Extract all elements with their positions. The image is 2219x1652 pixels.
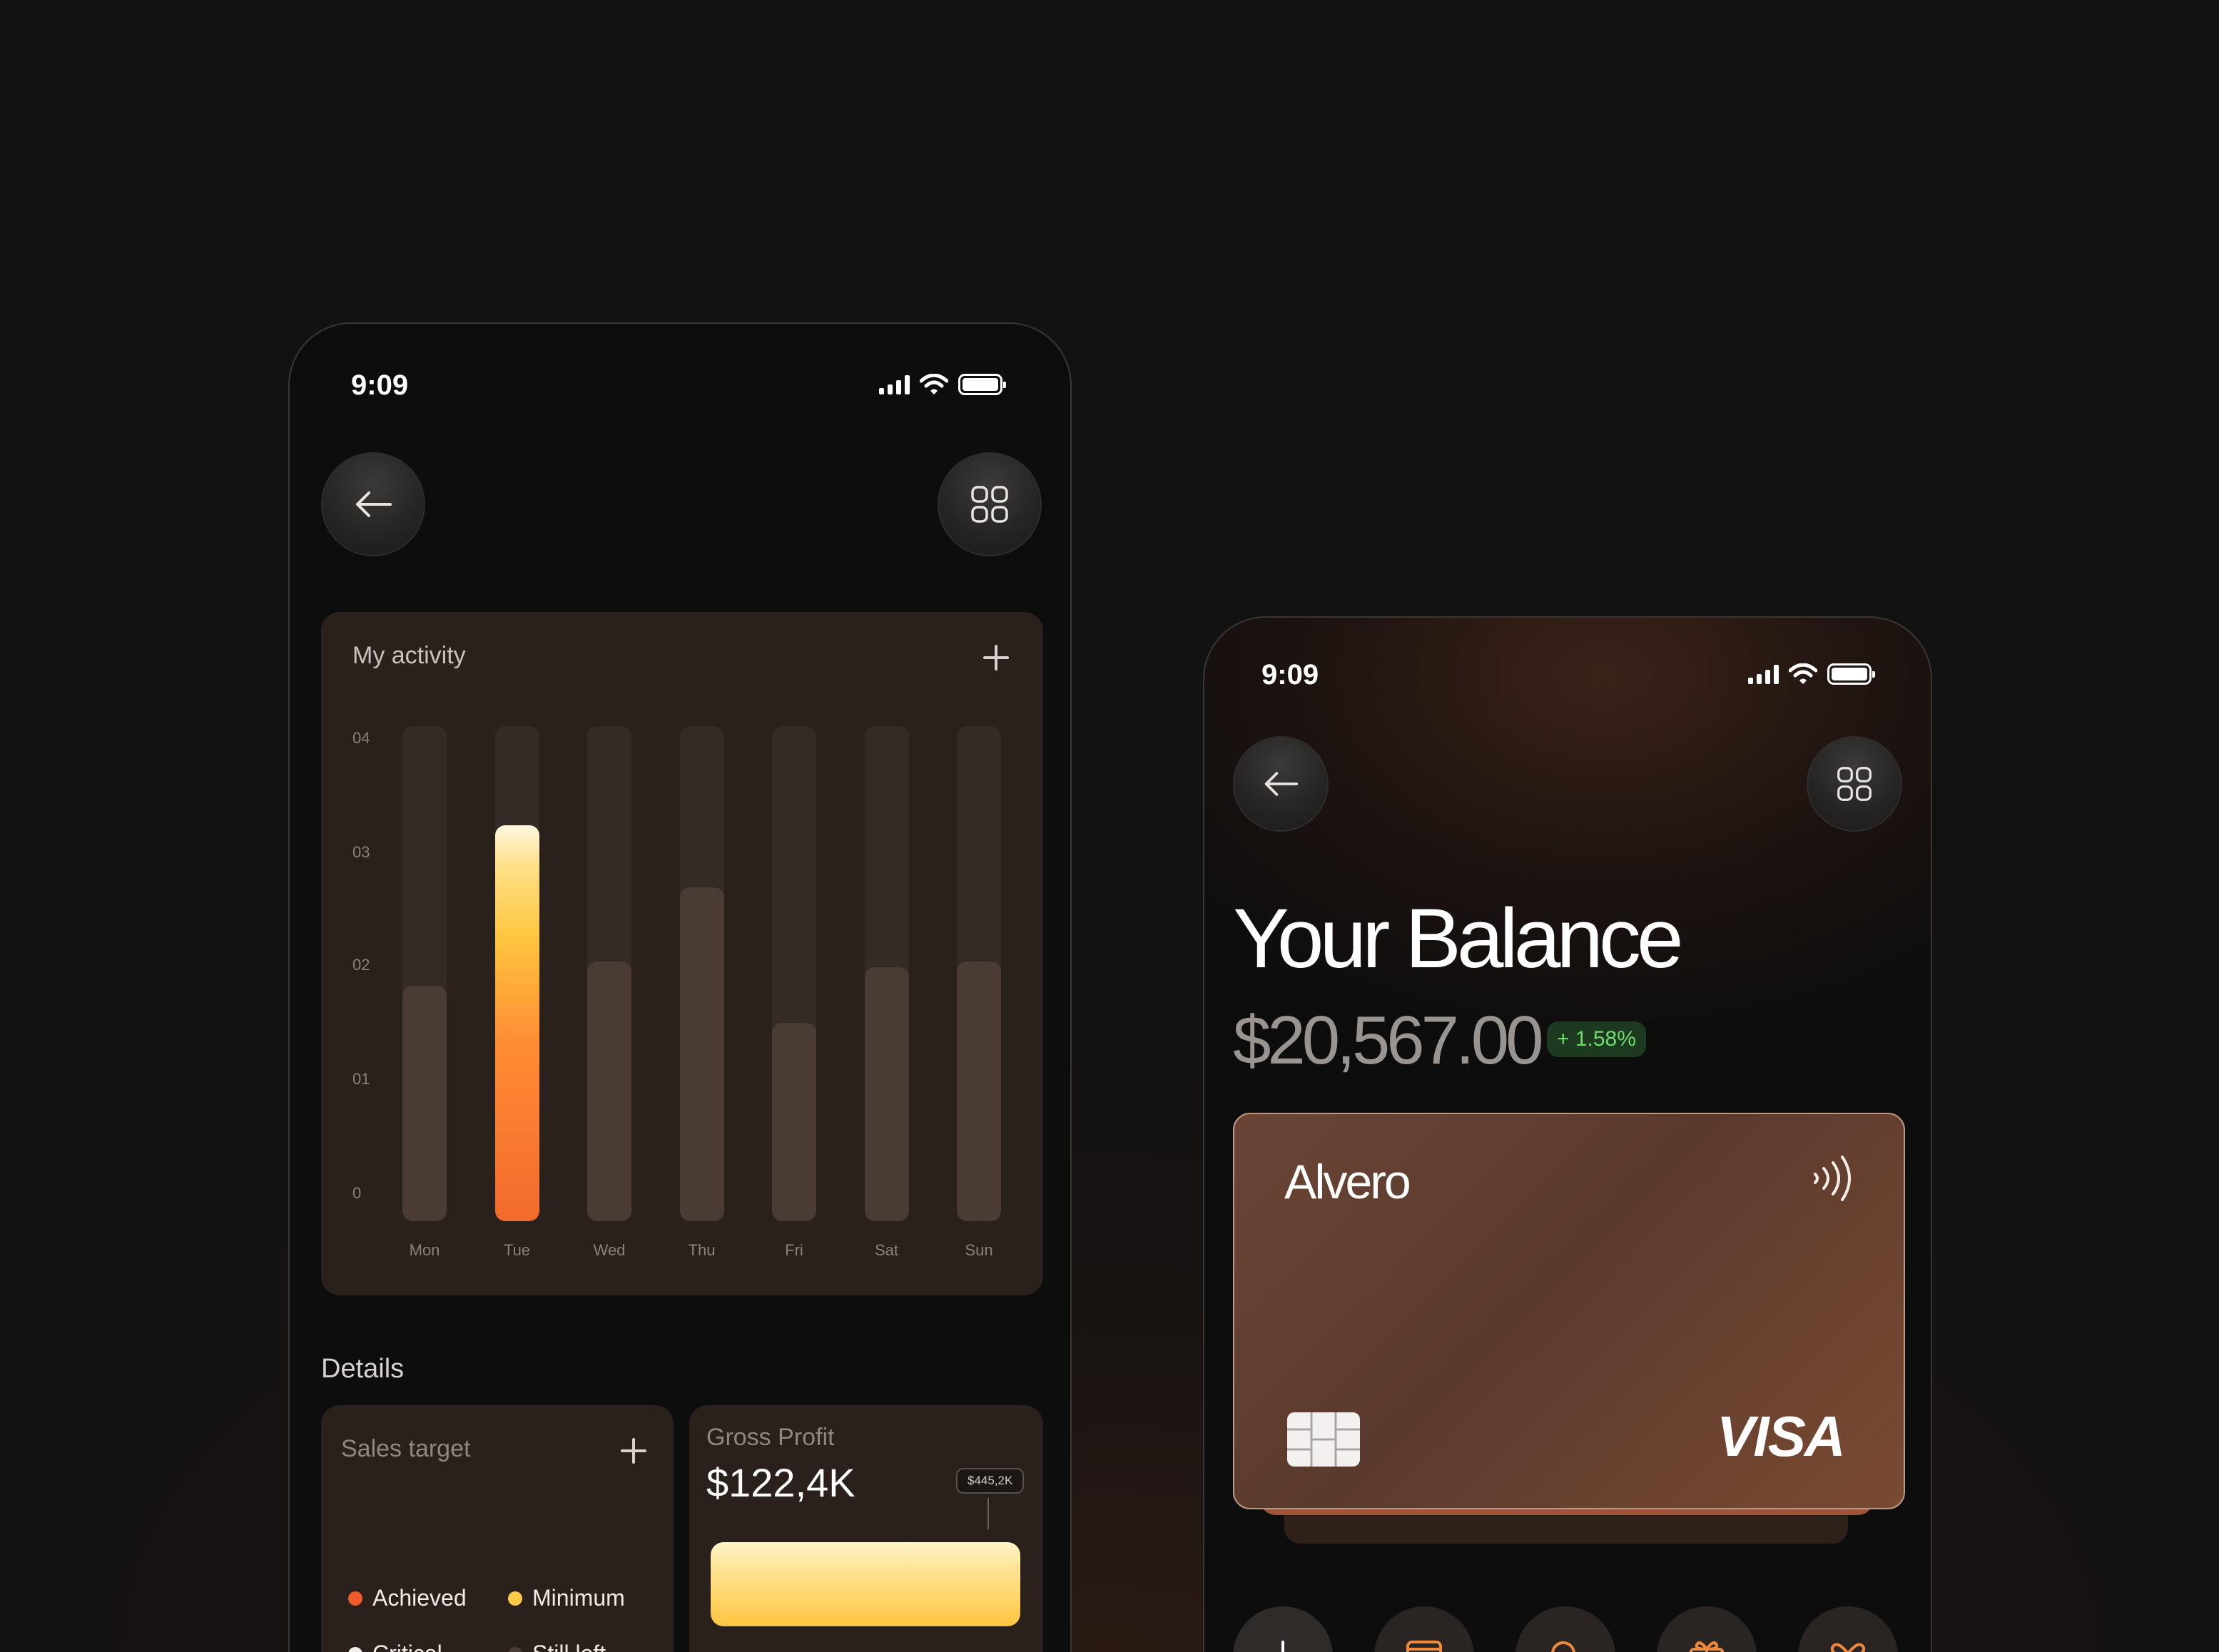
- card-network-logo: VISA: [1717, 1404, 1846, 1468]
- wifi-icon: [1789, 663, 1817, 684]
- activity-bar-sat[interactable]: [864, 726, 909, 1221]
- chip-icon: [1287, 1412, 1360, 1467]
- wallet-icon: [1406, 1641, 1442, 1652]
- legend-dot: [348, 1591, 362, 1606]
- ribbon-icon: [1830, 1643, 1866, 1652]
- legend-label: Critical: [372, 1641, 442, 1652]
- rewards-button[interactable]: [1798, 1606, 1898, 1652]
- battery-icon: [1827, 663, 1875, 685]
- x-tick-label: Thu: [688, 1241, 716, 1259]
- activity-title: My activity: [352, 642, 466, 669]
- legend-item-minimum: Minimum: [508, 1585, 625, 1611]
- activity-bar-fill: [957, 961, 1001, 1221]
- x-tick-label: Tue: [503, 1241, 531, 1259]
- status-time: 9:09: [1261, 659, 1319, 690]
- contactless-icon: [1814, 1156, 1851, 1201]
- legend-label: Achieved: [372, 1585, 467, 1611]
- back-button[interactable]: [1233, 736, 1329, 832]
- y-tick-label: 03: [352, 843, 370, 861]
- activity-bar-tue[interactable]: [494, 726, 539, 1221]
- y-tick-label: 01: [352, 1070, 370, 1088]
- plus-icon: [1281, 1641, 1284, 1652]
- x-tick-label: Wed: [593, 1241, 626, 1259]
- x-tick-label: Sat: [874, 1241, 899, 1259]
- y-tick-label: 0: [352, 1184, 362, 1202]
- search-icon: [1551, 1641, 1575, 1652]
- add-sales-target-button[interactable]: [621, 1438, 646, 1464]
- gross-profit-tooltip: $445,2K: [956, 1468, 1025, 1494]
- balance-amount: $20,567.00: [1233, 1002, 1543, 1079]
- activity-bar-fill: [772, 1023, 816, 1221]
- add-money-button[interactable]: [1233, 1606, 1333, 1652]
- signal-icon: [1748, 664, 1779, 684]
- arrow-left-icon: [1264, 772, 1299, 796]
- sales-target-title: Sales target: [341, 1435, 471, 1462]
- activity-bar-fill: [679, 887, 724, 1221]
- x-tick-label: Mon: [409, 1241, 440, 1259]
- menu-button[interactable]: [1807, 736, 1902, 832]
- x-tick-label: Sun: [965, 1241, 993, 1259]
- activity-phone-screen: 9:09 My activity 04 03 02 01 0 Mon Tue Wed Thu F…: [288, 322, 1072, 1652]
- activity-bar-fill: [402, 986, 447, 1221]
- activity-bar-fill: [494, 825, 539, 1221]
- y-tick-label: 04: [352, 729, 370, 747]
- add-activity-button[interactable]: [983, 645, 1009, 671]
- y-tick-label: 02: [352, 956, 370, 974]
- signal-icon: [879, 374, 910, 394]
- balance-change-badge: + 1.58%: [1547, 1021, 1646, 1057]
- card-brand: Alvero: [1284, 1155, 1411, 1209]
- grid-icon: [971, 486, 1008, 523]
- status-icons: [1748, 663, 1875, 685]
- x-tick-label: Fri: [785, 1241, 803, 1259]
- activity-bar-fill: [864, 967, 909, 1221]
- gross-profit-value: $122,4K: [706, 1460, 855, 1505]
- status-time: 9:09: [351, 369, 409, 401]
- activity-bar-fri[interactable]: [772, 726, 816, 1221]
- payment-card[interactable]: Alvero VISA: [1233, 1113, 1905, 1509]
- arrow-left-icon: [356, 491, 392, 517]
- legend-dot: [508, 1591, 522, 1606]
- back-button[interactable]: [321, 452, 425, 556]
- legend-dot: [348, 1646, 362, 1652]
- search-button[interactable]: [1515, 1606, 1615, 1652]
- menu-button[interactable]: [938, 452, 1042, 556]
- tooltip-pointer: [987, 1498, 989, 1529]
- legend-label: Minimum: [532, 1585, 625, 1611]
- legend-dot: [508, 1646, 522, 1652]
- details-title: Details: [321, 1354, 405, 1384]
- gift-icon: [1690, 1641, 1724, 1652]
- battery-icon: [958, 374, 1006, 395]
- gross-profit-title: Gross Profit: [706, 1424, 835, 1451]
- gross-profit-bar: [711, 1542, 1020, 1626]
- gift-button[interactable]: [1657, 1606, 1757, 1652]
- legend-item-achieved: Achieved: [348, 1585, 467, 1611]
- sales-target-card[interactable]: Sales target Achieved Minimum Critical Stil…: [321, 1405, 674, 1652]
- activity-chart-panel: My activity 04 03 02 01 0 Mon Tue Wed Thu Fri Sat…: [321, 612, 1043, 1295]
- gross-profit-card[interactable]: Gross Profit $122,4K $445,2K: [689, 1405, 1043, 1652]
- wifi-icon: [920, 374, 948, 394]
- activity-bar-thu[interactable]: [679, 726, 724, 1221]
- legend-item-still-left: Still left: [508, 1641, 606, 1652]
- activity-bar-fill: [587, 961, 631, 1221]
- balance-title: Your Balance: [1233, 892, 1684, 986]
- wallet-button[interactable]: [1374, 1606, 1474, 1652]
- activity-bar-mon[interactable]: [402, 726, 447, 1221]
- legend-label: Still left: [532, 1641, 606, 1652]
- activity-bar-wed[interactable]: [587, 726, 631, 1221]
- legend-item-critical: Critical: [348, 1641, 442, 1652]
- status-icons: [879, 374, 1006, 395]
- balance-phone-screen: 9:09 Your Balance $20,567.00 + 1.58% Alv…: [1203, 616, 1932, 1652]
- grid-icon: [1837, 767, 1872, 801]
- activity-bar-sun[interactable]: [957, 726, 1001, 1221]
